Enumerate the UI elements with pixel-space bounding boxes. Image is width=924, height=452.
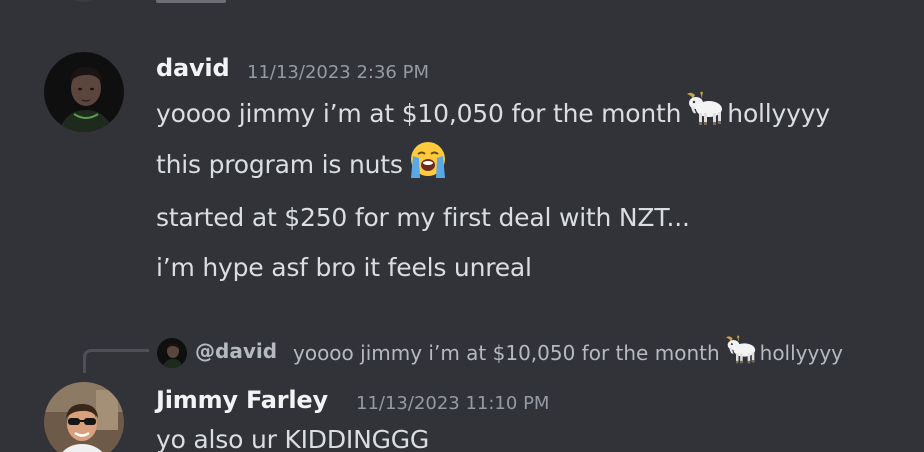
message-text: started at $250 for my first deal with N… <box>156 203 690 232</box>
message-text: yo also ur KIDDINGGG <box>156 425 430 452</box>
username-jimmy-farley[interactable]: Jimmy Farley <box>156 386 328 414</box>
reply-mention[interactable]: @david <box>195 339 277 363</box>
timestamp-david: 11/13/2023 2:36 PM <box>247 62 429 83</box>
timestamp-jimmy-farley: 11/13/2023 11:10 PM <box>356 393 550 414</box>
avatar-jimmy-farley[interactable] <box>44 382 124 452</box>
message-text: i’m hype asf bro it feels unreal <box>156 253 532 282</box>
message-line: started at $250 for my first deal with N… <box>156 203 690 232</box>
previous-text-fragment <box>156 0 226 3</box>
goat-emoji[interactable] <box>685 91 725 133</box>
previous-avatar-fragment <box>60 0 106 2</box>
loudly-crying-face-emoji[interactable] <box>407 140 449 186</box>
message-line: yoooo jimmy i’m at $10,050 for the month <box>156 91 830 133</box>
reply-connector <box>83 349 149 373</box>
message-text: yoooo jimmy i’m at $10,050 for the month <box>156 99 682 128</box>
avatar-david[interactable] <box>44 52 124 132</box>
username-david[interactable]: david <box>156 54 230 82</box>
reply-avatar-david[interactable] <box>157 338 187 368</box>
goat-emoji <box>724 335 758 370</box>
message-text: this program is nuts <box>156 150 403 179</box>
avatar-jimmy-farley-image <box>44 382 124 452</box>
reply-avatar-image <box>157 338 187 368</box>
avatar-david-image <box>44 52 124 132</box>
message-text-after-emoji: hollyyyy <box>727 99 830 128</box>
message-line: this program is nuts <box>156 142 451 186</box>
chat-message-list: david 11/13/2023 2:36 PM yoooo jimmy i’m… <box>0 0 924 452</box>
message-line: yo also ur KIDDINGGG <box>156 425 429 452</box>
reply-preview-text: yoooo jimmy i’m at $10,050 for the month <box>293 341 720 365</box>
reply-preview[interactable]: yoooo jimmy i’m at $10,050 for the month <box>293 335 844 370</box>
message-line: i’m hype asf bro it feels unreal <box>156 253 532 282</box>
previous-message-remnant <box>0 0 924 6</box>
reply-preview-text-after-emoji: hollyyyy <box>759 341 844 365</box>
